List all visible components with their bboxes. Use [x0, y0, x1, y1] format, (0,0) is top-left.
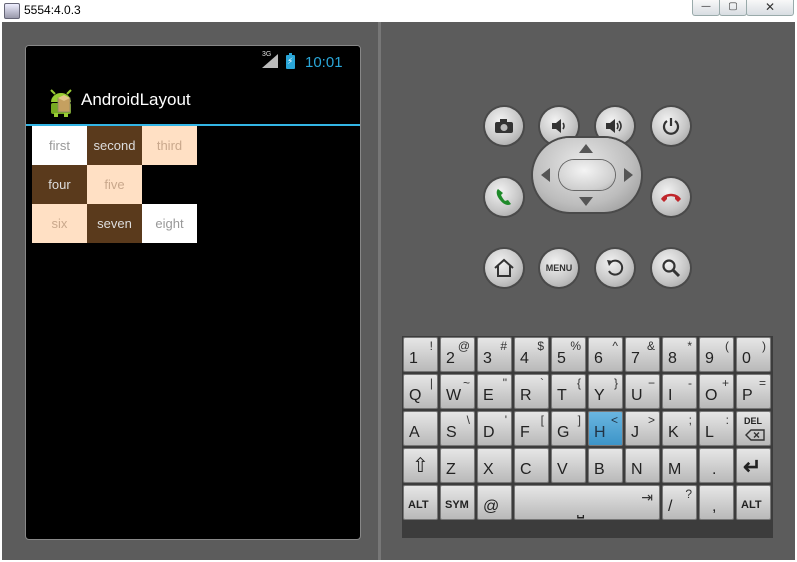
key-space[interactable]: ⇥ ⎵	[514, 485, 660, 520]
key-9[interactable]: 9(	[699, 337, 734, 372]
key-m[interactable]: M	[662, 448, 697, 483]
key-e[interactable]: E "	[477, 374, 512, 409]
key-alt-right[interactable]: ALT	[736, 485, 771, 520]
dpad-down-icon[interactable]	[579, 197, 593, 206]
backspace-icon	[745, 429, 765, 441]
key-1[interactable]: 1!	[403, 337, 438, 372]
key-shift[interactable]: ⇧	[403, 448, 438, 483]
key-c[interactable]: C	[514, 448, 549, 483]
key-4[interactable]: 4 $	[514, 337, 549, 372]
key-period[interactable]: .	[699, 448, 734, 483]
cell-seven[interactable]: seven	[87, 204, 142, 243]
key-v[interactable]: V	[551, 448, 586, 483]
frame-divider	[378, 22, 381, 560]
close-button[interactable]: ✕	[746, 0, 794, 16]
key-g[interactable]: G]	[551, 411, 586, 446]
status-clock: 10:01	[305, 54, 343, 71]
key-n[interactable]: N	[625, 448, 660, 483]
dpad[interactable]	[533, 138, 641, 212]
status-bar: 3G ⚡ 10:01	[26, 46, 360, 80]
search-icon[interactable]	[652, 249, 690, 287]
key-d[interactable]: D '	[477, 411, 512, 446]
key-3[interactable]: 3 #	[477, 337, 512, 372]
camera-icon[interactable]	[485, 107, 523, 145]
hardware-keyboard: 1! 2 @ 3 # 4 $ 5% 6 ^ 7 & 8 * 9( 0) Q | W ~ E " R…	[402, 336, 773, 538]
key-u[interactable]: U −	[625, 374, 660, 409]
power-icon[interactable]	[652, 107, 690, 145]
key-at[interactable]: @	[477, 485, 512, 520]
key-b[interactable]: B	[588, 448, 623, 483]
key-6[interactable]: 6 ^	[588, 337, 623, 372]
space-icon: ⎵	[577, 498, 585, 518]
key-p[interactable]: P =	[736, 374, 771, 409]
battery-charging-icon: ⚡	[286, 53, 295, 69]
key-q[interactable]: Q |	[403, 374, 438, 409]
window-app-icon	[4, 3, 20, 19]
key-7[interactable]: 7 &	[625, 337, 660, 372]
key-j[interactable]: J >	[625, 411, 660, 446]
key-s[interactable]: S \	[440, 411, 475, 446]
key-k[interactable]: K;	[662, 411, 697, 446]
action-bar: AndroidLayout	[26, 80, 360, 126]
key-alt-left[interactable]: ALT	[403, 485, 438, 520]
app-title: AndroidLayout	[81, 90, 191, 109]
dpad-center-button[interactable]	[559, 160, 615, 190]
key-enter[interactable]: ↵	[736, 448, 771, 483]
key-2[interactable]: 2 @	[440, 337, 475, 372]
home-icon[interactable]	[485, 249, 523, 287]
cell-eight[interactable]: eight	[142, 204, 197, 243]
key-x[interactable]: X	[477, 448, 512, 483]
tab-icon: ⇥	[641, 489, 653, 505]
cell-four[interactable]: four	[32, 165, 87, 204]
key-i[interactable]: I-	[662, 374, 697, 409]
cell-five[interactable]: five	[87, 165, 142, 204]
end-call-icon[interactable]	[652, 178, 690, 216]
back-icon[interactable]	[596, 249, 634, 287]
menu-button-label: MENU	[545, 263, 573, 273]
key-delete[interactable]: DEL	[736, 411, 771, 446]
network-type: 3G	[262, 51, 272, 58]
key-t[interactable]: T{	[551, 374, 586, 409]
key-z[interactable]: Z	[440, 448, 475, 483]
key-h[interactable]: H <	[588, 411, 623, 446]
maximize-button[interactable]: ▢	[719, 0, 747, 16]
key-f[interactable]: F[	[514, 411, 549, 446]
dpad-right-icon[interactable]	[624, 168, 633, 182]
key-8[interactable]: 8 *	[662, 337, 697, 372]
key-l[interactable]: L:	[699, 411, 734, 446]
key-o[interactable]: O +	[699, 374, 734, 409]
call-icon[interactable]	[485, 178, 523, 216]
device-screen[interactable]: 3G ⚡ 10:01 AndroidLayout first second th…	[25, 45, 361, 540]
key-y[interactable]: Y}	[588, 374, 623, 409]
cell-second[interactable]: second	[87, 126, 142, 165]
key-w[interactable]: W ~	[440, 374, 475, 409]
menu-button[interactable]: MENU	[540, 249, 578, 287]
dpad-up-icon[interactable]	[579, 144, 593, 153]
window-title: 5554:4.0.3	[24, 3, 81, 17]
android-icon	[50, 89, 72, 117]
cell-six[interactable]: six	[32, 204, 87, 243]
key-a[interactable]: A	[403, 411, 438, 446]
key-r[interactable]: R `	[514, 374, 549, 409]
key-5[interactable]: 5%	[551, 337, 586, 372]
key-0[interactable]: 0)	[736, 337, 771, 372]
dpad-left-icon[interactable]	[541, 168, 550, 182]
key-sym[interactable]: SYM	[440, 485, 475, 520]
key-slash[interactable]: /?	[662, 485, 697, 520]
window-titlebar: 5554:4.0.3 — ▢ ✕	[0, 0, 797, 22]
cell-third[interactable]: third	[142, 126, 197, 165]
cell-first[interactable]: first	[32, 126, 87, 165]
minimize-button[interactable]: —	[692, 0, 720, 16]
key-comma[interactable]: ,	[699, 485, 734, 520]
